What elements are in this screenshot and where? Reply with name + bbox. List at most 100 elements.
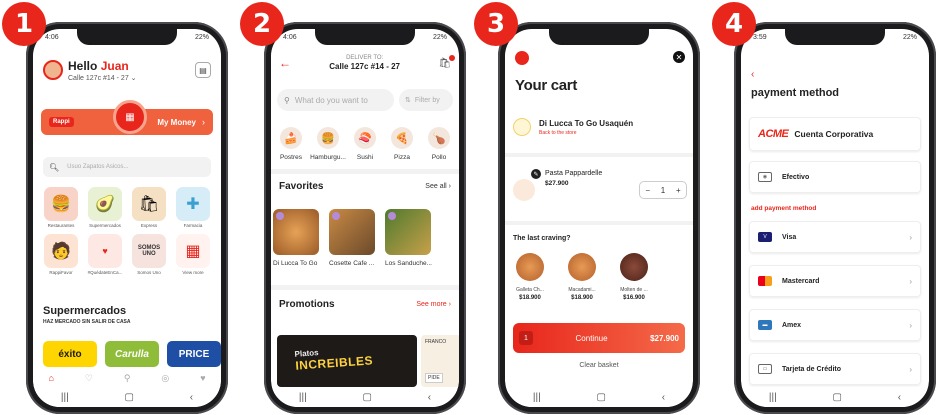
home-button-icon[interactable]: ▢ [124,392,133,403]
store-carulla[interactable]: Carulla [105,341,159,367]
restaurant-image [385,209,431,255]
craving-item[interactable]: Galleta Ch... $18.900 [509,253,551,301]
category-pizza[interactable]: 🍕 Pizza [384,127,420,161]
filter-icon: ⇅ [405,97,411,104]
promo-banner[interactable]: Platos INCREIBLES [277,335,417,387]
store-name: Di Lucca To Go Usaquén [539,118,634,128]
back-icon[interactable]: ‹ [190,392,193,403]
store-exito[interactable]: éxito [43,341,97,367]
order-button[interactable]: PIDE [425,373,443,383]
divider [271,169,459,174]
search-icon: 🔍︎ [49,162,60,172]
search-row: ⚲ What do you want to ⇅ Filter by [277,89,453,111]
search-input[interactable]: 🔍︎ Usuo Zapatos Asicos... [43,157,211,177]
category-restaurantes[interactable]: 🍔 Restaurantes [41,187,81,228]
chicken-icon: 🍗 [428,127,450,149]
cart-store: Di Lucca To Go Usaquén Back to the store [513,115,685,139]
category-quedate[interactable]: ♥ #QuédateEnCa... [85,234,125,275]
payment-visa[interactable]: V Visa › [749,221,921,253]
search-tab-icon[interactable]: ⚲ [124,373,131,384]
system-nav: ||| ▢ ‹ [33,387,221,407]
delivery-address: Calle 127c #14 - 27 [329,62,400,71]
home-button-icon[interactable]: ▢ [832,392,841,403]
edit-icon[interactable]: ✎ [531,169,541,179]
back-chevron-icon[interactable]: ‹ [751,69,754,80]
chevron-right-icon: › [448,301,451,308]
category-label: Somos Uno [137,270,161,275]
system-nav: ||| ▢ ‹ [741,387,929,407]
back-icon[interactable]: ‹ [662,392,665,403]
category-rappifavor[interactable]: 🧑 RappiFavor [41,234,81,275]
category-pollo[interactable]: 🍗 Pollo [421,127,457,161]
promotions-title: Promotions [279,299,335,310]
continue-button[interactable]: 1 Continue $27.900 [513,323,685,353]
recents-icon[interactable]: ||| [533,392,541,403]
clear-basket-link[interactable]: Clear basket [505,362,693,369]
category-supermercados[interactable]: 🥑 Supermercados [85,187,125,228]
chevron-right-icon: › [909,364,912,374]
payment-mastercard[interactable]: Mastercard › [749,265,921,297]
bottom-tab-bar: ⌂ ♡ ⚲ ◎ ♥ [33,369,221,387]
back-arrow-icon[interactable]: ← [279,56,291,70]
payment-label: Amex [782,321,802,329]
promo-banner-secondary[interactable]: FRANCO PIDE [421,335,459,387]
payment-credit-card[interactable]: ▭ Tarjeta de Crédito › [749,353,921,385]
my-money-label: My Money [157,117,196,127]
minus-button[interactable]: − [645,186,650,195]
category-view-more[interactable]: ▦ View more [173,234,213,275]
craving-item[interactable]: Molten de ... $16.900 [613,253,655,301]
cookie-image [516,253,544,281]
category-hamburguesas[interactable]: 🍔 Hamburgu... [310,127,346,161]
category-express[interactable]: 🛍 Express [129,187,169,228]
deliver-to[interactable]: DELIVER TO: Calle 127c #14 - 27 [291,55,438,71]
recents-icon[interactable]: ||| [299,392,307,403]
favorite-card[interactable]: Cosette Cafe ... [329,209,375,267]
category-postres[interactable]: 🍰 Postres [273,127,309,161]
recents-icon[interactable]: ||| [61,392,69,403]
payment-label: Efectivo [782,173,810,181]
avatar[interactable] [43,60,63,80]
payment-cash[interactable]: ◉ Efectivo [749,161,921,193]
plus-button[interactable]: + [676,186,681,195]
my-money-banner[interactable]: Rappi ▦ My Money › [41,100,213,135]
add-payment-method-link[interactable]: add payment method [751,205,816,212]
receipt-icon[interactable]: ▤ [195,62,211,78]
visa-icon: V [758,232,772,242]
close-icon[interactable]: ✕ [673,51,685,63]
address-selector[interactable]: Calle 127c #14 - 27 ⌄ [68,74,137,82]
greeting-hello: Hello [68,58,98,73]
see-more-link[interactable]: See more › [416,301,451,308]
burger-icon: 🍔 [317,127,339,149]
store-price[interactable]: PRICE [167,341,221,367]
acme-logo: ACME [758,128,789,140]
recents-icon[interactable]: ||| [769,392,777,403]
coin-icon[interactable]: ◎ [161,373,169,384]
home-button-icon[interactable]: ▢ [596,392,605,403]
divider [505,221,693,225]
heart-icon[interactable]: ♡ [85,373,93,384]
category-sushi[interactable]: 🍣 Sushi [347,127,383,161]
payment-corporate[interactable]: ACME Cuenta Corporativa [749,117,921,151]
favorite-card[interactable]: Di Lucca To Go [273,209,319,267]
see-more-label: See more [416,301,447,308]
category-farmacia[interactable]: ✚ Farmacia [173,187,213,228]
greeting: Hello Juan [68,59,137,73]
filter-button[interactable]: ⇅ Filter by [399,89,453,111]
phone-restaurants: 4:06 22% ← DELIVER TO: Calle 127c #14 - … [264,22,466,414]
profile-icon[interactable]: ♥ [200,373,205,383]
craving-item[interactable]: Macadami... $18.900 [561,253,603,301]
favorite-card[interactable]: Los Sanduche... [385,209,432,267]
basket-icon[interactable]: 🛍 [438,54,455,69]
back-icon[interactable]: ‹ [898,392,901,403]
search-placeholder: What do you want to [294,95,368,105]
back-icon[interactable]: ‹ [428,392,431,403]
search-input[interactable]: ⚲ What do you want to [277,89,394,111]
category-somos-uno[interactable]: SOMOS UNO Somos Uno [129,234,169,275]
sushi-icon: 🍣 [354,127,376,149]
home-button-icon[interactable]: ▢ [362,392,371,403]
back-to-store-link[interactable]: Back to the store [539,130,633,136]
section-title: Supermercados [43,305,127,317]
home-icon[interactable]: ⌂ [48,373,53,383]
payment-amex[interactable]: ▬ Amex › [749,309,921,341]
see-all-link[interactable]: See all › [425,183,451,190]
